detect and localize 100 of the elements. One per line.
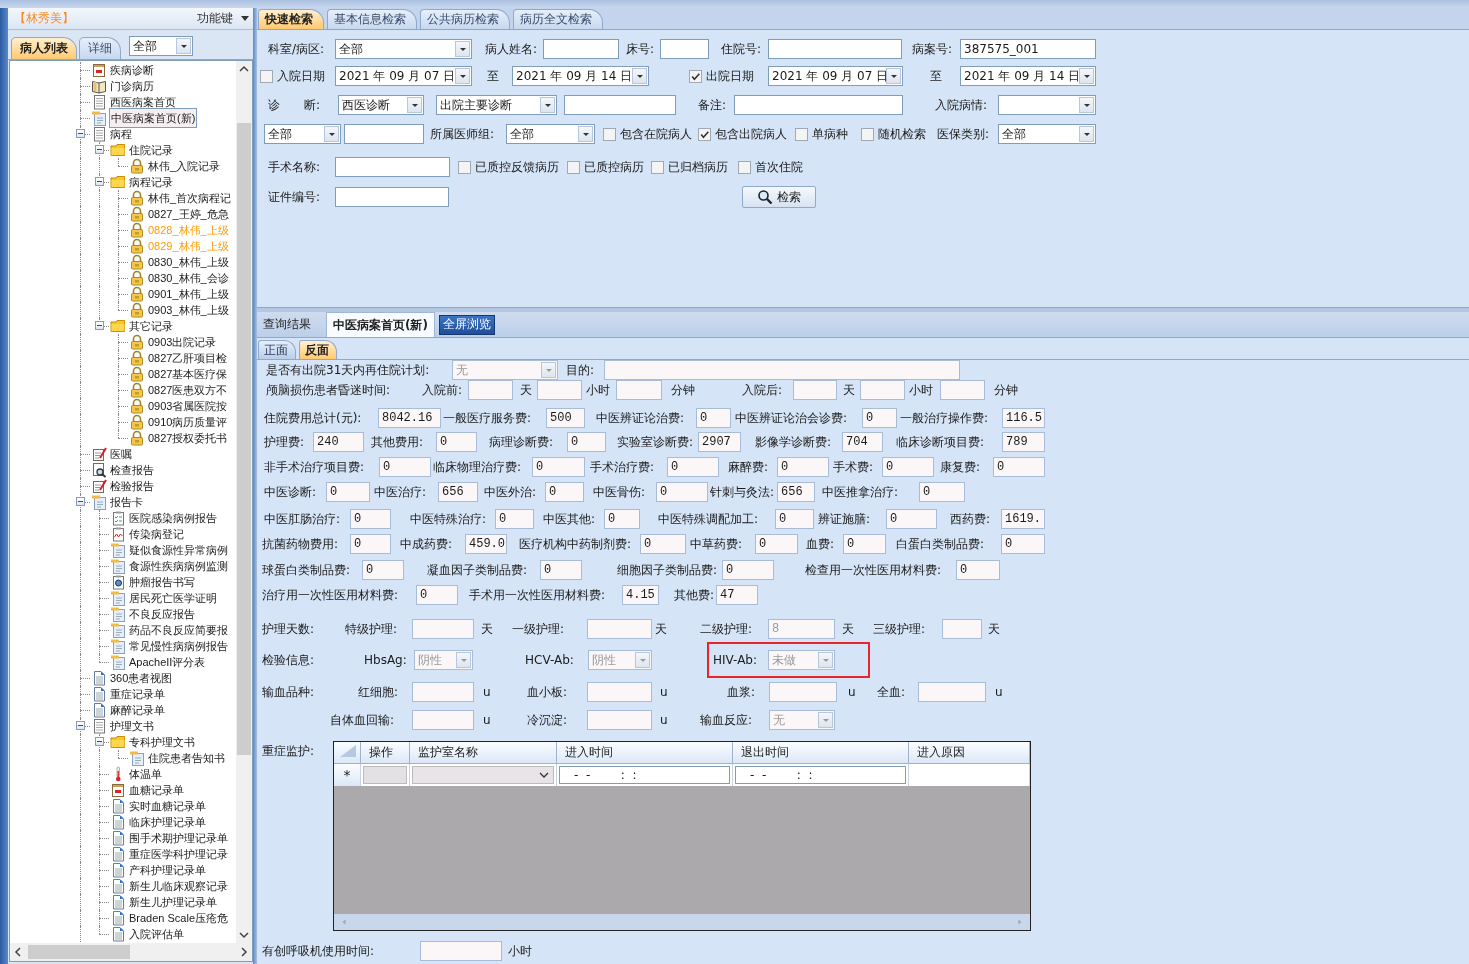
collapse-toggle[interactable] [76, 129, 85, 138]
column-header[interactable]: 退出时间 [733, 742, 909, 763]
tree-item[interactable]: 其它记录 [128, 318, 174, 334]
text-field[interactable] [412, 682, 474, 702]
text-field[interactable] [793, 380, 837, 400]
text-field[interactable]: 0 [862, 408, 897, 428]
tab[interactable]: 公共病历检索 [420, 9, 510, 29]
tree-item[interactable]: 林伟_入院记录 [147, 158, 222, 174]
text-field[interactable] [468, 380, 513, 400]
text-field[interactable]: 0 [350, 534, 391, 554]
text-field[interactable]: 0 [696, 408, 731, 428]
collapse-toggle[interactable] [95, 177, 104, 186]
tree-item[interactable]: 护理文书 [109, 718, 155, 734]
tree-item[interactable]: 体温单 [128, 766, 163, 782]
collapse-toggle[interactable] [95, 737, 104, 746]
checkbox[interactable]: 已质控病历 [567, 157, 649, 177]
tree-item[interactable]: 林伟_首次病程记 [147, 190, 233, 206]
dropdown[interactable] [412, 766, 554, 784]
tree-item[interactable]: 重症医学科护理记录 [128, 846, 229, 862]
tree-item[interactable]: 产科护理记录单 [128, 862, 207, 878]
tree-item[interactable]: 临床护理记录单 [128, 814, 207, 830]
text-field[interactable] [412, 619, 474, 639]
text-field[interactable] [587, 619, 652, 639]
tree-item[interactable]: 360患者视图 [109, 670, 174, 686]
text-field[interactable]: 656 [777, 482, 815, 502]
tree-item[interactable]: ApacheII评分表 [128, 654, 207, 670]
text-field[interactable]: 0 [604, 509, 640, 529]
text-field[interactable]: 0 [755, 534, 798, 554]
text-field[interactable]: 0 [326, 482, 370, 502]
tree-item[interactable]: 0827_王婷_危急 [147, 206, 230, 222]
text-field[interactable]: 0 [416, 585, 458, 605]
tree-item[interactable]: 检验报告 [109, 478, 155, 494]
text-field[interactable]: 0 [640, 534, 686, 554]
fullscreen-button[interactable]: 全屏浏览 [438, 314, 495, 335]
text-field[interactable] [335, 157, 450, 177]
tree-item[interactable]: 病程 [109, 126, 133, 142]
date-picker[interactable]: 2021 年 09 月 07 日 [768, 66, 903, 86]
vertical-scrollbar[interactable] [236, 61, 252, 943]
time-field[interactable]: - - : : [559, 766, 730, 784]
text-field[interactable] [587, 682, 652, 702]
text-field[interactable] [918, 682, 986, 702]
text-field[interactable]: 0 [667, 457, 719, 477]
column-header[interactable]: 进入原因 [909, 742, 1030, 763]
function-key-menu[interactable]: 功能键 [197, 10, 233, 27]
dropdown[interactable]: 出院主要诊断 [436, 95, 557, 115]
tree-item[interactable]: Braden Scale压疮危 [128, 910, 230, 926]
text-field[interactable]: 387575_001 [960, 39, 1096, 59]
text-field[interactable]: 1619. [1001, 509, 1045, 529]
tree-item[interactable]: 新生儿护理记录单 [128, 894, 218, 910]
tree-item[interactable]: 住院患者告知书 [147, 750, 226, 766]
text-field[interactable]: 0 [379, 457, 431, 477]
text-field[interactable]: 459.0 [465, 534, 507, 554]
collapse-toggle[interactable] [76, 497, 85, 506]
text-field[interactable] [335, 187, 449, 207]
text-field[interactable]: 0 [567, 432, 606, 452]
dropdown[interactable]: 全部 [264, 124, 341, 144]
tree-item[interactable]: 医嘱 [109, 446, 133, 462]
text-field[interactable]: 656 [438, 482, 478, 502]
column-header[interactable]: 操作 [361, 742, 410, 763]
tree-item[interactable]: 0827授权委托书 [147, 430, 229, 446]
text-field[interactable] [940, 380, 985, 400]
text-field[interactable]: 0 [545, 482, 584, 502]
tree-item[interactable]: 肿瘤报告书写 [128, 574, 196, 590]
text-field[interactable]: 0 [362, 560, 404, 580]
tree-item[interactable]: 检查报告 [109, 462, 155, 478]
text-field[interactable] [344, 124, 424, 144]
checkbox[interactable]: 首次住院 [738, 157, 808, 177]
tree-item[interactable]: 传染病登记 [128, 526, 185, 542]
tree-item[interactable]: 住院记录 [128, 142, 174, 158]
checkbox[interactable]: 随机检索 [861, 124, 933, 144]
tab[interactable]: 反面 [299, 340, 337, 359]
date-picker[interactable]: 2021 年 09 月 07 日 [335, 66, 472, 86]
text-field[interactable]: 0 [495, 509, 534, 529]
text-field[interactable] [564, 95, 676, 115]
checkbox[interactable]: 单病种 [795, 124, 855, 144]
dropdown[interactable] [998, 95, 1096, 115]
text-field[interactable]: 0 [775, 509, 814, 529]
tree-item[interactable]: 0901_林伟_上级 [147, 286, 230, 302]
text-field[interactable]: 0 [436, 432, 477, 452]
horizontal-scrollbar[interactable] [10, 943, 252, 961]
text-field[interactable]: 8042.16 [378, 408, 441, 428]
checkbox[interactable]: 已归档病历 [651, 157, 733, 177]
tree-item[interactable]: 入院评估单 [128, 926, 185, 942]
tree-item[interactable]: 0827乙肝项目检 [147, 350, 229, 366]
tree-item[interactable]: 0910病历质量评 [147, 414, 229, 430]
text-field[interactable]: 0 [532, 457, 585, 477]
time-field[interactable]: - - : : [735, 766, 906, 784]
text-field[interactable] [860, 380, 905, 400]
collapse-toggle[interactable] [76, 721, 85, 730]
date-picker[interactable]: 2021 年 09 月 14 日 [512, 66, 649, 86]
tree-item[interactable]: 居民死亡医学证明 [128, 590, 218, 606]
tree-item[interactable]: 0827医患双方不 [147, 382, 229, 398]
tree-item[interactable]: 重症记录单 [109, 686, 166, 702]
text-field[interactable]: 4.15 [622, 585, 659, 605]
text-field[interactable] [769, 682, 837, 702]
text-field[interactable]: 0 [956, 560, 1000, 580]
tree-item[interactable]: 常见慢性病病例报告 [128, 638, 229, 654]
text-field[interactable] [537, 380, 582, 400]
tab[interactable]: 病人列表 [11, 37, 77, 59]
action-cell[interactable] [363, 766, 407, 784]
